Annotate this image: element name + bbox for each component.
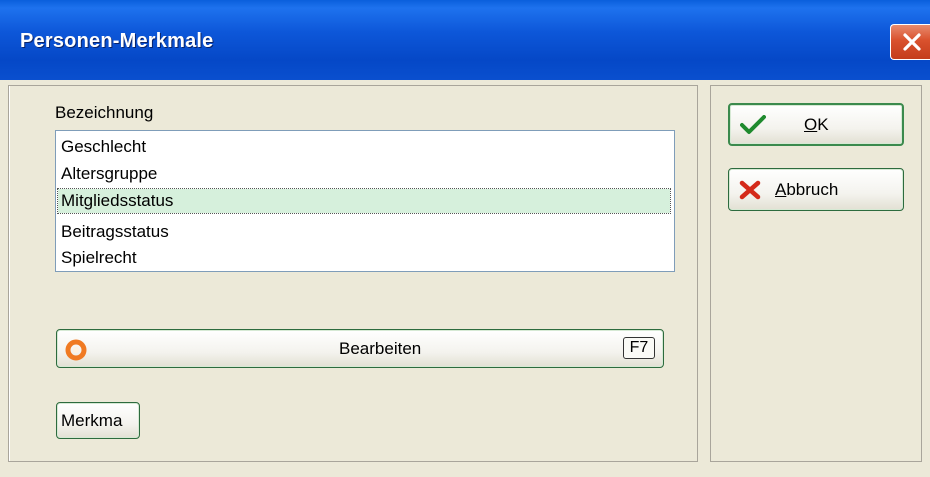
orange-ring-icon bbox=[65, 339, 87, 366]
close-button[interactable] bbox=[890, 24, 930, 60]
ok-button[interactable]: OK bbox=[728, 103, 904, 146]
window-title: Personen-Merkmale bbox=[20, 30, 214, 52]
list-item[interactable]: Beitragsstatus bbox=[58, 220, 670, 244]
bearbeiten-label: Bearbeiten bbox=[339, 339, 422, 358]
checkmark-icon bbox=[740, 115, 766, 140]
merkmal-button[interactable]: Merkma bbox=[56, 402, 140, 439]
ok-label: OK bbox=[804, 115, 829, 134]
list-item[interactable]: Geschlecht bbox=[58, 135, 670, 159]
abbruch-button[interactable]: Abbruch bbox=[728, 168, 904, 211]
list-item[interactable]: Altersgruppe bbox=[58, 162, 670, 186]
list-item-selected[interactable]: Mitgliedsstatus bbox=[57, 188, 671, 214]
close-icon bbox=[903, 33, 921, 51]
title-bar[interactable]: Personen-Merkmale bbox=[0, 0, 930, 80]
abbruch-label: Abbruch bbox=[775, 180, 839, 199]
dialog-window: Personen-Merkmale Bezeichnung Geschlecht… bbox=[0, 0, 930, 477]
red-x-icon bbox=[739, 180, 761, 205]
merkmale-listbox[interactable]: Geschlecht Altersgruppe Mitgliedsstatus … bbox=[55, 130, 675, 272]
shortcut-badge: F7 bbox=[623, 337, 655, 359]
merkmal-label: Merkma bbox=[61, 411, 123, 430]
bearbeiten-button[interactable]: Bearbeiten F7 bbox=[56, 329, 664, 368]
panel-highlight bbox=[9, 86, 10, 461]
bezeichnung-label: Bezeichnung bbox=[55, 103, 154, 122]
list-item[interactable]: Spielrecht bbox=[58, 246, 670, 270]
